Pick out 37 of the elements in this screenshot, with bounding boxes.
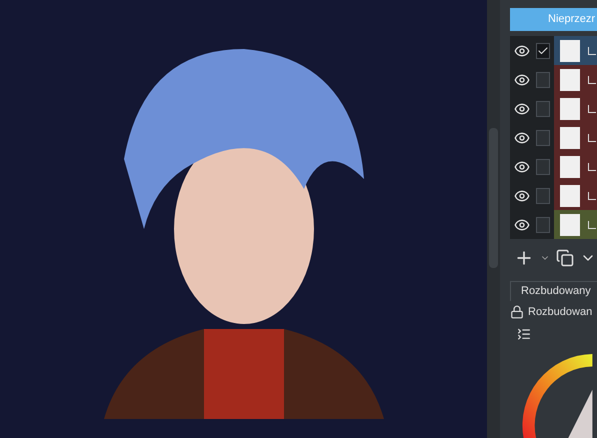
checkbox[interactable] — [536, 158, 550, 175]
eye-icon[interactable] — [514, 100, 530, 117]
layer-row[interactable] — [510, 36, 597, 66]
lock-icon[interactable] — [510, 304, 524, 319]
selector-label: Rozbudowan — [528, 304, 592, 320]
layer-thumbnail — [560, 214, 580, 236]
duplicate-icon[interactable] — [556, 248, 574, 267]
layer-row[interactable] — [510, 210, 597, 240]
eye-icon[interactable] — [514, 216, 530, 233]
eye-icon[interactable] — [514, 42, 530, 59]
layer-thumbnail — [560, 98, 580, 120]
layer-icon — [588, 162, 596, 171]
checkbox[interactable] — [536, 42, 550, 59]
layer-icon — [588, 104, 596, 113]
layer-icon — [588, 220, 596, 229]
list-icon[interactable] — [516, 326, 532, 342]
layer-thumbnail — [560, 68, 580, 91]
eye-icon[interactable] — [514, 130, 530, 146]
scrollbar[interactable] — [487, 0, 500, 438]
layer-thumbnail — [560, 126, 580, 149]
layer-icon — [588, 134, 596, 142]
layer-icon — [588, 46, 596, 55]
checkbox[interactable] — [536, 100, 550, 117]
eye-icon[interactable] — [514, 188, 530, 204]
layer-thumbnail — [560, 40, 580, 62]
checkbox[interactable] — [536, 216, 550, 233]
check-icon — [537, 44, 549, 57]
layer-icon — [588, 192, 596, 200]
tab[interactable]: Rozbudowany — [510, 281, 597, 301]
eye-icon[interactable] — [514, 72, 530, 88]
checkbox[interactable] — [536, 188, 550, 204]
checkbox[interactable] — [536, 130, 550, 146]
layer-thumbnail — [560, 156, 580, 178]
layer-icon — [588, 76, 596, 84]
checkbox[interactable] — [536, 72, 550, 88]
eye-icon[interactable] — [514, 158, 530, 175]
layer-thumbnail — [560, 184, 580, 207]
